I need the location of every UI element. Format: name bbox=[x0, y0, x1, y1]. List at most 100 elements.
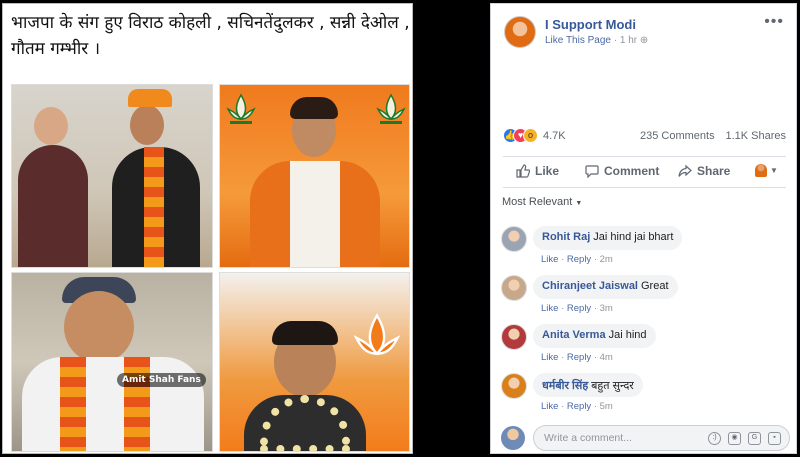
comment-bubble: धर्मबीर सिंह बहुत सुन्दर bbox=[533, 373, 643, 397]
watermark: Amit Shah Fans bbox=[117, 373, 206, 387]
audience-selector[interactable]: ▼ bbox=[755, 164, 778, 177]
comment-item: धर्मबीर सिंह बहुत सुन्दर Like · Reply · 5m bbox=[499, 373, 794, 419]
meta-separator: · bbox=[558, 352, 567, 363]
comment-meta: Like · Reply · 5m bbox=[541, 401, 613, 412]
sort-label: Most Relevant bbox=[502, 196, 573, 208]
more-options-icon[interactable]: ••• bbox=[764, 13, 784, 31]
comment-item: Rohit Raj Jai hind jai bhart Like · Reply … bbox=[499, 226, 794, 272]
photo-modi-kohli bbox=[11, 84, 213, 268]
comment-meta: Like · Reply · 2m bbox=[541, 254, 613, 265]
meta-separator: · bbox=[591, 401, 600, 412]
comment-bubble: Anita Verma Jai hind bbox=[533, 324, 656, 348]
comment-like-link[interactable]: Like bbox=[541, 254, 558, 265]
like-button[interactable]: Like bbox=[516, 164, 559, 178]
photo-gambhir bbox=[219, 272, 410, 452]
comment-placeholder: Write a comment... bbox=[544, 432, 632, 444]
page-avatar[interactable] bbox=[504, 16, 536, 48]
caret-down-icon: ▼ bbox=[575, 200, 583, 207]
share-label: Share bbox=[697, 164, 731, 178]
person-body bbox=[22, 357, 204, 451]
share-icon bbox=[678, 164, 692, 177]
shares-count[interactable]: 1.1K Shares bbox=[725, 130, 786, 142]
commenter-avatar[interactable] bbox=[501, 226, 527, 252]
post-time[interactable]: 1 hr bbox=[620, 35, 637, 46]
comments-count[interactable]: 235 Comments bbox=[640, 130, 715, 142]
saffron-scarf bbox=[124, 357, 150, 451]
hair bbox=[290, 97, 338, 119]
facebook-post: I Support Modi Like This Page · 1 hr ⊕ •… bbox=[490, 3, 797, 454]
person-head bbox=[34, 107, 68, 145]
shared-image: भाजपा के संग हुए विराठ कोहली , सचिनतेंदु… bbox=[2, 3, 413, 454]
comment-author-link[interactable]: धर्मबीर सिंह bbox=[542, 380, 588, 392]
globe-icon: ⊕ bbox=[639, 35, 649, 46]
share-button[interactable]: Share bbox=[678, 164, 730, 178]
comment-reply-link[interactable]: Reply bbox=[567, 352, 591, 363]
white-scarf bbox=[290, 161, 340, 267]
comment-like-link[interactable]: Like bbox=[541, 352, 558, 363]
commenter-avatar[interactable] bbox=[501, 275, 527, 301]
comment-author-link[interactable]: Rohit Raj bbox=[542, 231, 590, 243]
sticker-icon[interactable]: ▪ bbox=[768, 432, 781, 445]
lotus-icon bbox=[353, 313, 401, 356]
gif-icon[interactable]: G bbox=[748, 432, 761, 445]
thumbs-up-icon bbox=[516, 164, 530, 178]
chevron-down-icon: ▼ bbox=[770, 166, 778, 175]
image-caption: भाजपा के संग हुए विराठ कोहली , सचिनतेंदु… bbox=[11, 13, 410, 59]
hair bbox=[272, 321, 338, 345]
like-label: Like bbox=[535, 164, 560, 178]
post-meta: Like This Page · 1 hr ⊕ bbox=[545, 35, 648, 46]
comment-time[interactable]: 2m bbox=[600, 254, 613, 265]
comment-input[interactable]: Write a comment... :) ◉ G ▪ bbox=[533, 425, 790, 451]
post-actions: Like Comment Share ▼ bbox=[503, 156, 786, 188]
photo-tendulkar bbox=[219, 84, 410, 268]
comment-item: Chiranjeet Jaiswal Great Like · Reply · 3m bbox=[499, 275, 794, 321]
comment-text: Great bbox=[641, 280, 669, 292]
comment-reply-link[interactable]: Reply bbox=[567, 303, 591, 314]
person-body bbox=[18, 145, 88, 267]
comment-button[interactable]: Comment bbox=[585, 164, 659, 178]
comment-meta: Like · Reply · 4m bbox=[541, 352, 613, 363]
comment-like-link[interactable]: Like bbox=[541, 401, 558, 412]
meta-separator: · bbox=[591, 303, 600, 314]
comment-meta: Like · Reply · 3m bbox=[541, 303, 613, 314]
page-name-link[interactable]: I Support Modi bbox=[545, 17, 636, 32]
commenter-avatar[interactable] bbox=[501, 324, 527, 350]
meta-separator: · bbox=[558, 303, 567, 314]
person-head bbox=[64, 291, 134, 363]
meta-separator: · bbox=[591, 254, 600, 265]
reactions-summary: 👍 ♥ o 4.7K 235 Comments 1.1K Shares bbox=[503, 128, 786, 146]
comment-bubble: Rohit Raj Jai hind jai bhart bbox=[533, 226, 683, 250]
comment-reply-link[interactable]: Reply bbox=[567, 254, 591, 265]
comment-bubble: Chiranjeet Jaiswal Great bbox=[533, 275, 678, 299]
photo-sunny-deol bbox=[11, 272, 213, 452]
saffron-scarf bbox=[60, 357, 86, 451]
person-head bbox=[130, 105, 164, 145]
meta-separator: · bbox=[558, 254, 567, 265]
comment-time[interactable]: 5m bbox=[600, 401, 613, 412]
comment-text: Jai hind bbox=[608, 329, 647, 341]
comment-label: Comment bbox=[604, 164, 660, 178]
saffron-scarf bbox=[144, 147, 164, 267]
user-avatar[interactable] bbox=[501, 426, 525, 450]
lotus-icon bbox=[376, 93, 406, 124]
comment-reply-link[interactable]: Reply bbox=[567, 401, 591, 412]
comment-text: बहुत सुन्दर bbox=[591, 380, 634, 392]
comment-like-link[interactable]: Like bbox=[541, 303, 558, 314]
meta-separator: · bbox=[558, 401, 567, 412]
comment-sort-dropdown[interactable]: Most Relevant ▼ bbox=[502, 196, 582, 208]
reactions-count[interactable]: 4.7K bbox=[543, 130, 566, 142]
composer-tools: :) ◉ G ▪ bbox=[708, 432, 781, 445]
comment-time[interactable]: 4m bbox=[600, 352, 613, 363]
camera-icon[interactable]: ◉ bbox=[728, 432, 741, 445]
comment-time[interactable]: 3m bbox=[600, 303, 613, 314]
comment-composer: Write a comment... :) ◉ G ▪ bbox=[499, 425, 792, 453]
comment-author-link[interactable]: Chiranjeet Jaiswal bbox=[542, 280, 638, 292]
emoji-icon[interactable]: :) bbox=[708, 432, 721, 445]
comment-item: Anita Verma Jai hind Like · Reply · 4m bbox=[499, 324, 794, 370]
like-page-link[interactable]: Like This Page bbox=[545, 35, 611, 46]
wow-reaction-icon: o bbox=[523, 128, 538, 143]
comment-icon bbox=[585, 165, 599, 178]
comment-author-link[interactable]: Anita Verma bbox=[542, 329, 606, 341]
commenter-avatar[interactable] bbox=[501, 373, 527, 399]
post-header: I Support Modi Like This Page · 1 hr ⊕ •… bbox=[491, 4, 796, 54]
